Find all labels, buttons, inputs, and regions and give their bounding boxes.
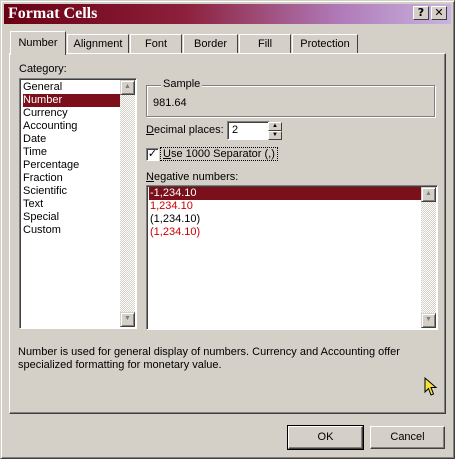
tab-alignment[interactable]: Alignment xyxy=(67,34,129,54)
tab-protection[interactable]: Protection xyxy=(292,34,358,54)
negative-numbers-label: Negative numbers: xyxy=(146,171,239,183)
category-item-percentage[interactable]: Percentage xyxy=(23,159,79,172)
title-bar[interactable]: Format Cells ? ✕ xyxy=(4,4,451,24)
negative-format-item[interactable]: 1,234.10 xyxy=(149,200,193,213)
negative-format-item[interactable]: -1,234.10 xyxy=(149,187,421,200)
category-label: Category: xyxy=(19,63,67,75)
negative-numbers-scrollbar[interactable]: ▲ ▼ xyxy=(421,187,436,328)
category-item-special[interactable]: Special xyxy=(23,211,59,224)
cancel-button[interactable]: Cancel xyxy=(370,426,445,449)
ok-button[interactable]: OK xyxy=(287,425,364,450)
spin-up-arrow-icon[interactable]: ▲ xyxy=(268,122,282,131)
category-item-scientific[interactable]: Scientific xyxy=(23,185,67,198)
tab-border[interactable]: Border xyxy=(183,34,238,54)
negative-format-item[interactable]: (1,234.10) xyxy=(149,213,200,226)
category-item-number[interactable]: Number xyxy=(23,94,122,107)
category-description: Number is used for general display of nu… xyxy=(18,346,400,371)
category-item-fraction[interactable]: Fraction xyxy=(23,172,63,185)
sample-value: 981.64 xyxy=(153,97,187,109)
decimal-places-input[interactable]: 2 xyxy=(227,121,270,140)
decimal-places-label-rest: ecimal places: xyxy=(153,124,224,136)
scroll-up-arrow-icon[interactable]: ▲ xyxy=(421,187,436,202)
category-item-currency[interactable]: Currency xyxy=(23,107,68,120)
scroll-down-arrow-icon[interactable]: ▼ xyxy=(421,313,436,328)
negative-format-item[interactable]: (1,234.10) xyxy=(149,226,200,239)
category-item-text[interactable]: Text xyxy=(23,198,43,211)
category-item-custom[interactable]: Custom xyxy=(23,224,61,237)
category-item-general[interactable]: General xyxy=(23,81,62,94)
spin-down-arrow-icon[interactable]: ▼ xyxy=(268,131,282,140)
scroll-up-arrow-icon[interactable]: ▲ xyxy=(120,80,135,95)
decimal-places-spinner: ▲ ▼ xyxy=(268,122,282,140)
tab-number[interactable]: Number xyxy=(10,31,66,55)
close-button[interactable]: ✕ xyxy=(431,6,447,20)
format-cells-dialog: Format Cells ? ✕ Number Alignment Font B… xyxy=(0,0,455,459)
category-item-date[interactable]: Date xyxy=(23,133,46,146)
scroll-down-arrow-icon[interactable]: ▼ xyxy=(120,312,135,327)
use-1000-separator-checkbox[interactable]: ✓ xyxy=(146,148,159,161)
category-listbox[interactable]: General Number Currency Accounting Date … xyxy=(19,78,137,329)
window-title: Format Cells xyxy=(8,5,98,22)
category-item-accounting[interactable]: Accounting xyxy=(23,120,77,133)
decimal-places-value: 2 xyxy=(232,124,239,136)
tab-font[interactable]: Font xyxy=(130,34,182,54)
mouse-pointer-icon xyxy=(424,377,438,396)
decimal-places-label: Decimal places: xyxy=(146,124,224,136)
category-scrollbar[interactable]: ▲ ▼ xyxy=(120,80,135,327)
sample-label: Sample xyxy=(161,78,203,90)
negative-numbers-listbox[interactable]: -1,234.10 1,234.10 (1,234.10) (1,234.10)… xyxy=(146,185,438,330)
category-item-time[interactable]: Time xyxy=(23,146,47,159)
use-1000-separator-label[interactable]: Use 1000 Separator (,) xyxy=(160,147,278,161)
help-button[interactable]: ? xyxy=(413,6,429,20)
tab-fill[interactable]: Fill xyxy=(239,34,291,54)
